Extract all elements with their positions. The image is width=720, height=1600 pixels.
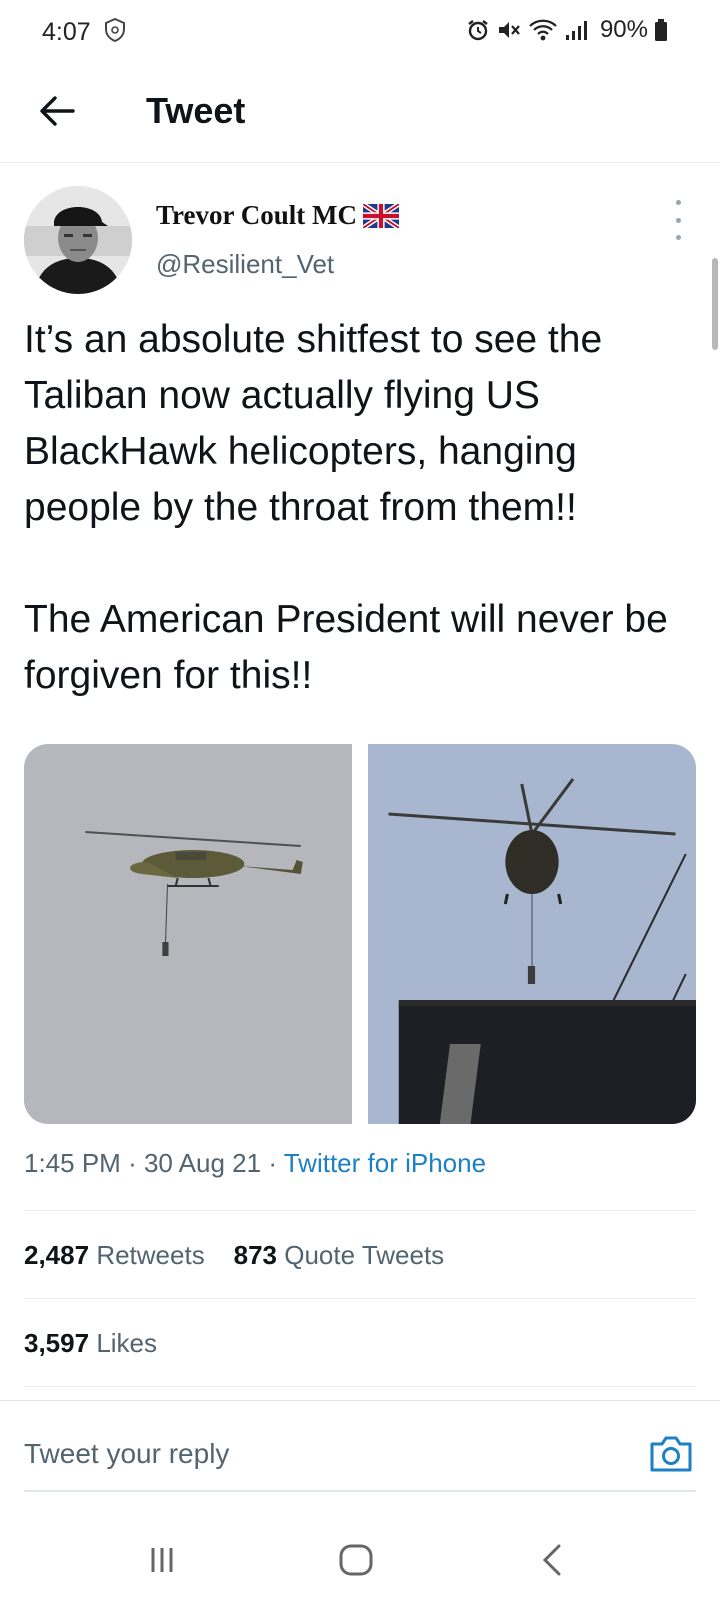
recent-apps-button[interactable] [140,1540,184,1580]
camera-icon [650,1436,692,1472]
uk-flag-icon [362,203,399,228]
media-image-2[interactable] [368,744,696,1124]
retweets-stat[interactable]: 2,487 Retweets [24,1240,212,1270]
back-button[interactable] [34,88,80,134]
top-header: Tweet [0,66,720,163]
tweet-source-link[interactable]: Twitter for iPhone [284,1148,486,1178]
alarm-icon [468,20,488,41]
more-options-button[interactable] [668,200,688,240]
retweets-label: Retweets [96,1240,205,1270]
quote-tweets-stat[interactable]: 873 Quote Tweets [234,1240,445,1270]
reply-input[interactable]: Tweet your reply [24,1438,604,1470]
likes-label: Likes [96,1328,158,1358]
more-vertical-icon [675,200,681,205]
avatar-photo [24,186,132,294]
system-nav-bar [0,1512,720,1600]
reply-underline [24,1490,696,1492]
divider [24,1386,696,1387]
author-handle[interactable]: @Resilient_Vet [156,249,334,280]
home-icon [339,1544,373,1576]
divider [24,1210,696,1211]
wifi-icon [529,19,557,41]
tweet-time: 1:45 PM [24,1148,121,1178]
quote-tweets-count: 873 [233,1240,277,1270]
tweet-date: 30 Aug 21 [143,1148,262,1178]
home-button[interactable] [334,1540,378,1580]
author-name: Trevor Coult MC [156,200,357,230]
status-icons: 90% [466,16,668,44]
more-dot [675,217,681,223]
likes-count: 3,597 [24,1328,90,1358]
chevron-left-icon [542,1544,561,1576]
mute-icon [498,22,520,38]
retweets-count: 2,487 [24,1240,90,1270]
battery-icon [655,19,667,41]
tweet-media [24,744,696,1124]
media-image-1[interactable] [24,744,352,1124]
shield-icon [105,18,125,42]
tweet-meta: 1:45 PM · 30 Aug 21 · Twitter for iPhone [24,1148,486,1179]
meta-separator: · [128,1148,144,1178]
recent-apps-icon [151,1548,173,1572]
system-back-button[interactable] [530,1540,574,1580]
more-dot [675,235,681,240]
avatar[interactable] [24,186,132,294]
battery-percent: 90% [599,16,648,43]
helicopter-photo-2 [368,744,696,1124]
author-name-row[interactable]: Trevor Coult MC [156,200,399,231]
tweet-text: It’s an absolute shitfest to see the Tal… [24,318,668,697]
status-time: 4:07 [42,18,91,46]
retweet-stats-row: 2,487 Retweets 873 Quote Tweets [24,1240,444,1271]
page-title: Tweet [146,90,246,131]
quote-tweets-label: Quote Tweets [284,1240,445,1270]
divider [24,1298,696,1299]
reply-bar-border [0,1400,720,1401]
helicopter-photo-1 [24,744,352,1124]
meta-separator: · [268,1148,284,1178]
arrow-left-icon [40,96,75,126]
status-bar: 4:07 90% [0,0,720,64]
signal-icon [565,21,587,40]
likes-stat[interactable]: 3,597 Likes [24,1328,157,1358]
scrollbar-thumb[interactable] [712,258,718,350]
camera-button[interactable] [648,1434,694,1474]
likes-stats-row: 3,597 Likes [24,1328,157,1359]
